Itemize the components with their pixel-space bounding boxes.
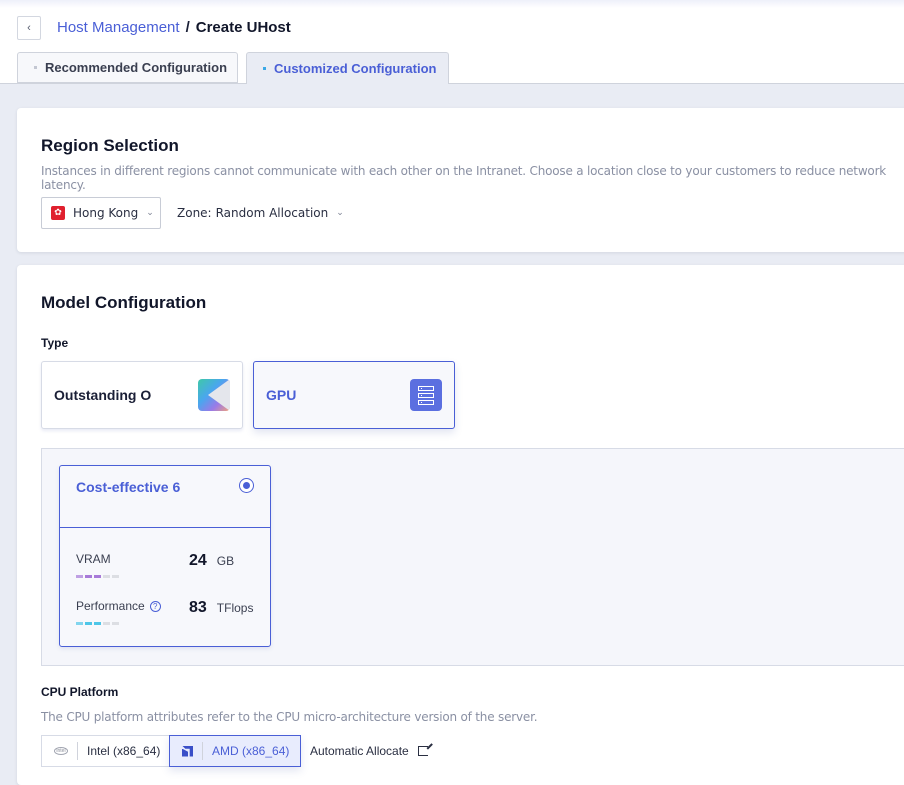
divider	[77, 742, 78, 760]
zone-dropdown[interactable]: Zone: Random Allocation ⌄	[177, 206, 344, 220]
zone-label: Zone:	[177, 206, 212, 220]
level-bar-segment	[85, 575, 92, 578]
region-value: Hong Kong	[73, 206, 139, 220]
level-bar-segment	[76, 622, 83, 625]
cpu-option-label: AMD (x86_64)	[212, 744, 290, 758]
spec-title: Cost-effective 6	[76, 479, 181, 495]
radio-selected[interactable]	[239, 478, 254, 493]
type-option-gpu[interactable]: GPU	[253, 361, 455, 429]
level-bar-segment	[94, 622, 101, 625]
level-bar-segment	[112, 622, 119, 625]
type-label: Type	[41, 336, 69, 350]
model-configuration-card: Model Configuration Type Outstanding O G…	[17, 265, 904, 785]
gpu-spec-card-cost-effective-6[interactable]: Cost-effective 6 VRAM 24 GB Performance …	[59, 465, 271, 647]
spec-divider	[60, 527, 270, 528]
chevron-down-icon: ⌄	[146, 208, 154, 218]
spec-row-vram: VRAM 24 GB	[76, 552, 256, 578]
breadcrumb-current: Create UHost	[195, 19, 291, 36]
tab-dot	[263, 67, 266, 70]
region-selection-card: Region Selection Instances in different …	[17, 108, 904, 252]
region-description: Instances in different regions cannot co…	[41, 164, 887, 192]
performance-value: 83 TFlops	[189, 599, 253, 617]
type-option-outstanding[interactable]: Outstanding O	[41, 361, 243, 429]
server-icon	[410, 379, 442, 411]
divider	[202, 742, 203, 760]
hong-kong-flag-icon: ✿	[51, 206, 65, 220]
cpu-option-label: Intel (x86_64)	[87, 744, 161, 758]
performance-unit: TFlops	[216, 601, 254, 615]
tab-label: Recommended Configuration	[45, 60, 228, 75]
top-bar: ‹ Host Management / Create UHost Recomme…	[0, 0, 904, 84]
breadcrumb-host-management[interactable]: Host Management	[57, 19, 180, 37]
type-label: Outstanding O	[54, 387, 152, 403]
level-bar-segment	[94, 575, 101, 578]
automatic-allocate-link[interactable]: Automatic Allocate	[310, 735, 428, 767]
cpu-option-intel[interactable]: intel Intel (x86_64)	[41, 735, 169, 767]
spec-row-performance: Performance ? 83 TFlops	[76, 599, 256, 625]
breadcrumb: Host Management / Create UHost	[57, 19, 291, 37]
cpu-option-amd[interactable]: AMD (x86_64)	[169, 735, 301, 767]
model-title: Model Configuration	[41, 293, 207, 312]
external-link-icon	[417, 746, 428, 756]
level-bar-segment	[85, 622, 92, 625]
performance-number: 83	[189, 599, 207, 616]
tab-dot	[34, 66, 37, 69]
performance-level-bars	[76, 622, 256, 625]
vram-value: 24 GB	[189, 552, 234, 570]
tab-label: Customized Configuration	[274, 61, 437, 76]
type-label: GPU	[266, 387, 297, 403]
chevron-left-icon: ‹	[27, 22, 31, 34]
vram-number: 24	[189, 552, 207, 569]
amd-logo-icon	[182, 746, 193, 757]
tab-recommended-configuration[interactable]: Recommended Configuration	[17, 52, 238, 83]
region-dropdown[interactable]: ✿ Hong Kong ⌄	[41, 197, 161, 229]
automatic-allocate-label: Automatic Allocate	[310, 744, 409, 758]
intel-logo-icon: intel	[54, 747, 68, 755]
vram-level-bars	[76, 575, 256, 578]
cpu-platform-label: CPU Platform	[41, 685, 119, 699]
level-bar-segment	[103, 622, 110, 625]
level-bar-segment	[76, 575, 83, 578]
region-title: Region Selection	[41, 136, 179, 155]
chevron-down-icon: ⌄	[336, 208, 344, 218]
zone-value: Random Allocation	[215, 206, 329, 220]
cpu-platform-options: intel Intel (x86_64) AMD (x86_64) Automa…	[41, 735, 428, 767]
breadcrumb-separator: /	[185, 19, 190, 36]
outstanding-logo-icon	[198, 379, 230, 411]
level-bar-segment	[103, 575, 110, 578]
cpu-platform-description: The CPU platform attributes refer to the…	[41, 710, 538, 724]
help-icon[interactable]: ?	[149, 600, 161, 612]
gpu-spec-panel: Cost-effective 6 VRAM 24 GB Performance …	[41, 448, 904, 666]
level-bar-segment	[112, 575, 119, 578]
back-button[interactable]: ‹	[17, 16, 41, 40]
vram-unit: GB	[216, 554, 235, 568]
tab-customized-configuration[interactable]: Customized Configuration	[246, 52, 449, 84]
